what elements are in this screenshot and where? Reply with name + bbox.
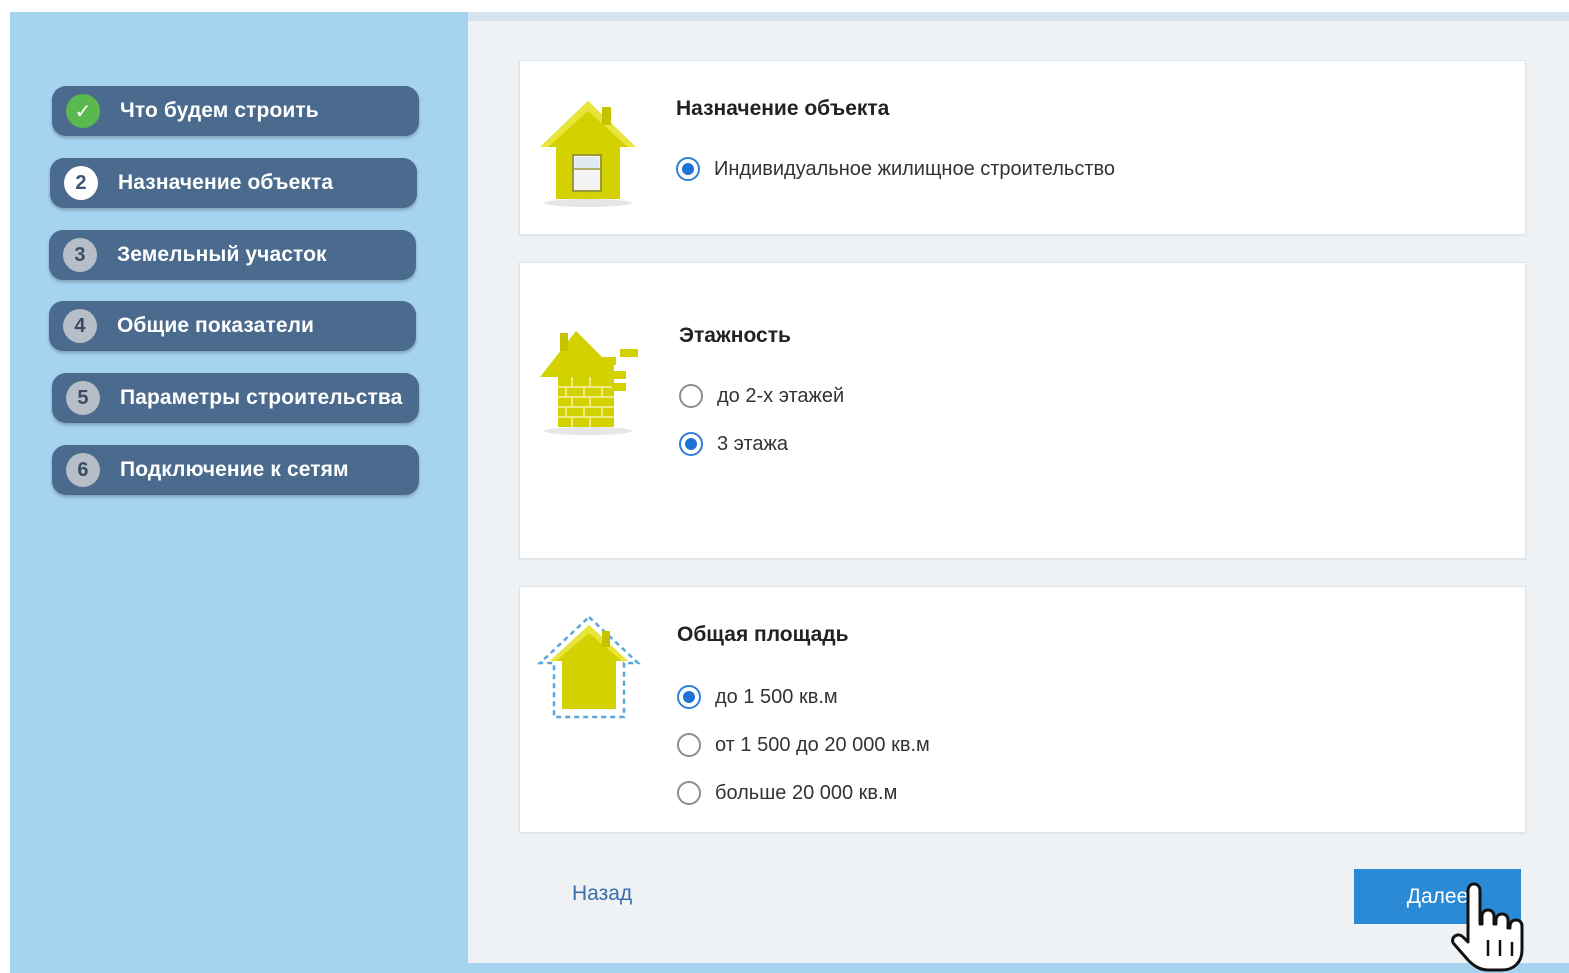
sidebar-step-general-indicators[interactable]: 4 Общие показатели xyxy=(49,301,416,351)
radio-option-up-to-2-floors[interactable]: до 2-х этажей xyxy=(679,384,844,408)
step-number-badge: 2 xyxy=(64,166,98,200)
step-label: Земельный участок xyxy=(117,243,327,266)
sidebar-step-object-purpose[interactable]: 2 Назначение объекта xyxy=(50,158,417,208)
card-title: Этажность xyxy=(679,324,791,347)
main-panel: Назначение объекта Индивидуальное жилищн… xyxy=(468,12,1569,973)
radio-label: Индивидуальное жилищное строительство xyxy=(714,157,1116,180)
radio-option-individual-housing[interactable]: Индивидуальное жилищное строительство xyxy=(676,157,1115,181)
radio-button-checked[interactable] xyxy=(677,685,701,709)
bottom-divider xyxy=(468,963,1569,973)
sidebar-step-what-to-build[interactable]: ✓ Что будем строить xyxy=(52,86,419,136)
radio-option-1500-to-20000[interactable]: от 1 500 до 20 000 кв.м xyxy=(677,733,930,757)
sidebar-step-network-connection[interactable]: 6 Подключение к сетям xyxy=(52,445,419,495)
back-link[interactable]: Назад xyxy=(572,882,632,906)
radio-label: от 1 500 до 20 000 кв.м xyxy=(715,733,930,756)
card-title: Назначение объекта xyxy=(676,97,890,120)
radio-label: до 1 500 кв.м xyxy=(715,685,838,708)
step-label: Подключение к сетям xyxy=(120,458,349,481)
radio-button-checked[interactable] xyxy=(676,157,700,181)
radio-label: 3 этажа xyxy=(717,432,789,455)
radio-button-checked[interactable] xyxy=(679,432,703,456)
step-done-check-icon: ✓ xyxy=(66,94,100,128)
radio-button[interactable] xyxy=(679,384,703,408)
radio-button[interactable] xyxy=(677,733,701,757)
card-total-area: Общая площадь до 1 500 кв.м от 1 500 до … xyxy=(519,586,1526,833)
radio-option-up-to-1500[interactable]: до 1 500 кв.м xyxy=(677,685,838,709)
top-divider xyxy=(468,12,1569,21)
hand-pointer-cursor-icon xyxy=(1451,882,1524,972)
sidebar-step-land-plot[interactable]: 3 Земельный участок xyxy=(49,230,416,280)
card-object-purpose: Назначение объекта Индивидуальное жилищн… xyxy=(519,60,1526,235)
house-window-icon xyxy=(540,101,636,207)
sidebar-step-construction-params[interactable]: 5 Параметры строительства xyxy=(52,373,419,423)
step-number-badge: 6 xyxy=(66,453,100,487)
radio-option-3-floors[interactable]: 3 этажа xyxy=(679,432,788,456)
step-number-badge: 5 xyxy=(66,381,100,415)
radio-label: больше 20 000 кв.м xyxy=(715,781,898,804)
step-number-badge: 3 xyxy=(63,238,97,272)
sidebar: ✓ Что будем строить 2 Назначение объекта… xyxy=(10,12,468,973)
card-floors: Этажность до 2-х этажей 3 этажа xyxy=(519,262,1526,559)
brick-house-icon xyxy=(540,331,638,435)
card-title: Общая площадь xyxy=(677,623,849,646)
step-number-badge: 4 xyxy=(63,309,97,343)
step-label: Назначение объекта xyxy=(118,171,334,194)
step-label: Общие показатели xyxy=(117,314,315,337)
step-label: Что будем строить xyxy=(120,99,319,122)
radio-option-over-20000[interactable]: больше 20 000 кв.м xyxy=(677,781,897,805)
house-area-icon xyxy=(536,615,642,719)
step-label: Параметры строительства xyxy=(120,386,403,409)
radio-button[interactable] xyxy=(677,781,701,805)
radio-label: до 2-х этажей xyxy=(717,384,845,407)
